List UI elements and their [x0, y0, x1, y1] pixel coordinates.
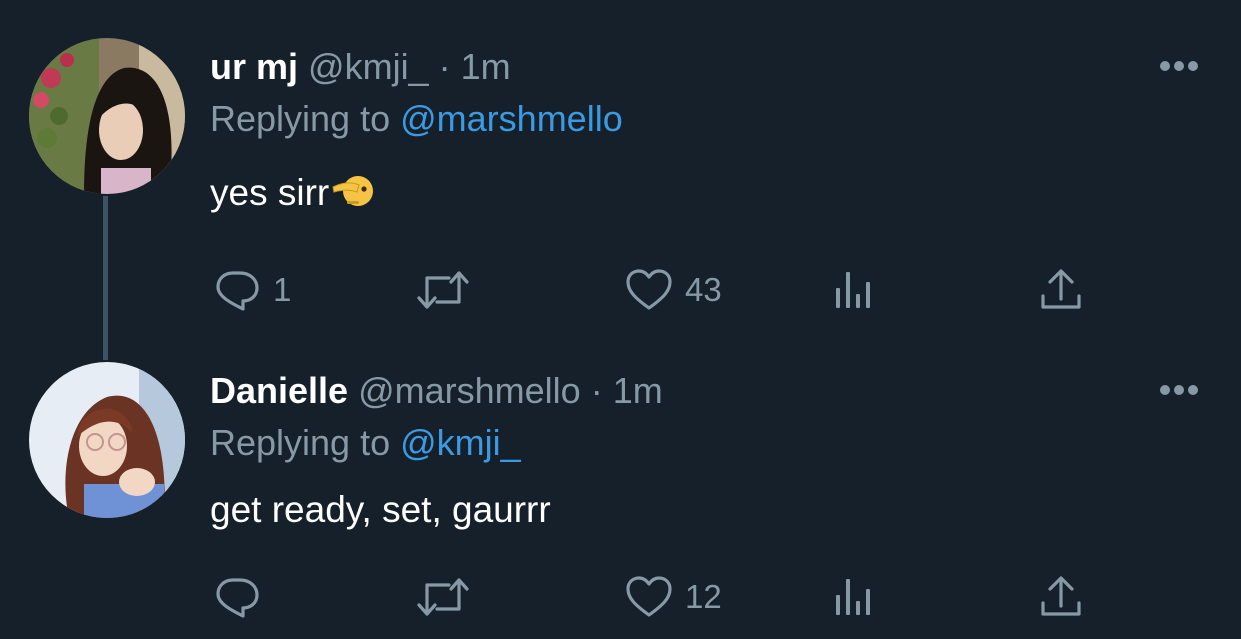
timestamp[interactable]: 1m: [613, 370, 663, 411]
reply-count: 1: [273, 271, 292, 308]
avatar[interactable]: [29, 38, 185, 194]
replying-label: Replying to: [210, 422, 391, 463]
retweet-button[interactable]: [415, 265, 483, 315]
tweet-text: yes sirr: [210, 170, 374, 220]
timestamp[interactable]: 1m: [461, 46, 511, 87]
replying-to: Replying to @marshmello: [210, 97, 623, 141]
retweet-icon: [415, 573, 471, 621]
replying-to: Replying to @kmji_: [210, 421, 521, 465]
heart-icon: [625, 266, 673, 314]
tweet-header: ur mj @kmji_ · 1m: [210, 45, 511, 89]
reply-icon: [213, 266, 261, 314]
retweet-icon: [415, 266, 471, 314]
user-handle[interactable]: @marshmello: [358, 370, 581, 411]
analytics-icon: [832, 266, 876, 314]
tweet-text: get ready, set, gaurrr: [210, 487, 551, 533]
tweet-actions: 1 43: [0, 265, 1241, 315]
more-options-icon[interactable]: [1158, 383, 1200, 397]
saluting-face-emoji-icon: [331, 173, 374, 220]
reply-button[interactable]: 1: [213, 265, 291, 315]
share-icon: [1038, 573, 1084, 621]
reply-icon: [213, 573, 261, 621]
tweet-actions: 12: [0, 572, 1241, 622]
heart-icon: [625, 573, 673, 621]
retweet-button[interactable]: [415, 572, 483, 622]
display-name[interactable]: Danielle: [210, 370, 348, 411]
like-button[interactable]: 43: [625, 265, 722, 315]
mention-link[interactable]: @kmji_: [400, 422, 521, 463]
reply-button[interactable]: [213, 572, 273, 622]
share-button[interactable]: [1038, 265, 1084, 315]
tweet[interactable]: ur mj @kmji_ · 1m Replying to @marshmell…: [0, 0, 1241, 330]
tweet-header: Danielle @marshmello · 1m: [210, 369, 663, 413]
like-button[interactable]: 12: [625, 572, 722, 622]
tweet[interactable]: Danielle @marshmello · 1m Replying to @k…: [0, 330, 1241, 639]
analytics-button[interactable]: [832, 265, 876, 315]
more-options-icon[interactable]: [1158, 59, 1200, 73]
mention-link[interactable]: @marshmello: [400, 98, 623, 139]
separator-dot: ·: [590, 370, 603, 411]
display-name[interactable]: ur mj: [210, 46, 298, 87]
like-count: 12: [685, 578, 722, 615]
analytics-button[interactable]: [832, 572, 876, 622]
share-icon: [1038, 266, 1084, 314]
replying-label: Replying to: [210, 98, 391, 139]
separator-dot: ·: [438, 46, 451, 87]
like-count: 43: [685, 271, 722, 308]
tweet-text-content: yes sirr: [210, 172, 330, 213]
avatar[interactable]: [29, 362, 185, 518]
analytics-icon: [832, 573, 876, 621]
tweet-text-content: get ready, set, gaurrr: [210, 489, 551, 530]
share-button[interactable]: [1038, 572, 1084, 622]
user-handle[interactable]: @kmji_: [308, 46, 429, 87]
